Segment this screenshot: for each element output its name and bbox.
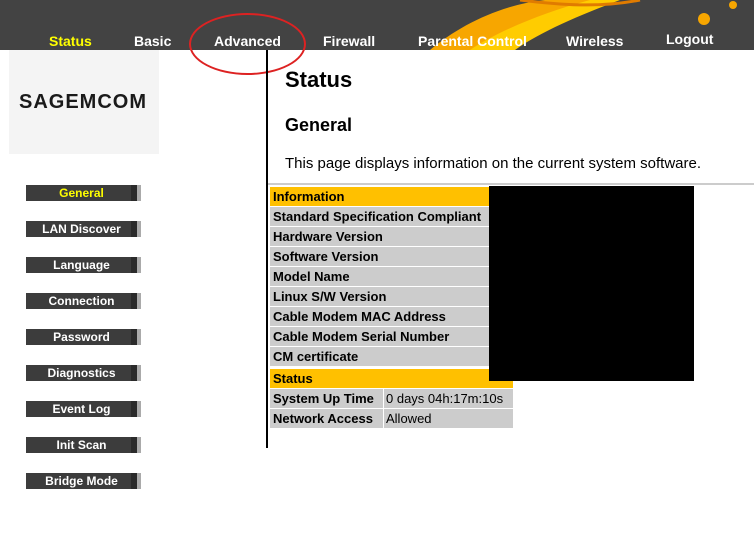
status-section-header: Status: [270, 369, 513, 388]
nav-logout[interactable]: Logout: [666, 31, 713, 47]
sidebar-item-diagnostics[interactable]: Diagnostics: [26, 365, 141, 381]
table-row: Model Name: [270, 267, 490, 286]
sidebar-item-lan-discover[interactable]: LAN Discover: [26, 221, 141, 237]
sidebar-item-event-log[interactable]: Event Log: [26, 401, 141, 417]
row-label: Cable Modem Serial Number: [270, 327, 490, 346]
table-row: Network Access Allowed: [270, 409, 513, 428]
sidebar-item-connection[interactable]: Connection: [26, 293, 141, 309]
page-title: Status: [285, 67, 353, 92]
nav-status[interactable]: Status: [49, 33, 92, 49]
sidebar-item-bridge-mode[interactable]: Bridge Mode: [26, 473, 141, 489]
sagemcom-logo: SAGEMCOM: [19, 91, 147, 113]
horizontal-divider: [268, 183, 754, 185]
highlight-circle-annotation: [189, 13, 306, 75]
row-label: Hardware Version: [270, 227, 490, 246]
sidebar-item-password[interactable]: Password: [26, 329, 141, 345]
nav-basic[interactable]: Basic: [134, 33, 171, 49]
row-label: System Up Time: [270, 389, 383, 408]
table-row: Linux S/W Version: [270, 287, 490, 306]
row-label: Software Version: [270, 247, 490, 266]
nav-wireless[interactable]: Wireless: [566, 33, 623, 49]
section-title: General: [285, 115, 353, 135]
row-value: Allowed: [384, 409, 513, 428]
nav-firewall[interactable]: Firewall: [323, 33, 375, 49]
table-row: Standard Specification Compliant: [270, 207, 490, 226]
table-row: Software Version: [270, 247, 490, 266]
information-section-header: Information: [270, 187, 513, 206]
sidebar-item-language[interactable]: Language: [26, 257, 141, 273]
table-row: Cable Modem MAC Address: [270, 307, 490, 326]
row-label: Network Access: [270, 409, 383, 428]
table-row: Cable Modem Serial Number: [270, 327, 490, 346]
table-row: System Up Time 0 days 04h:17m:10s: [270, 389, 513, 408]
row-label: Standard Specification Compliant: [270, 207, 490, 226]
row-label: Linux S/W Version: [270, 287, 490, 306]
table-row: CM certificate: [270, 347, 490, 366]
row-value: 0 days 04h:17m:10s: [384, 389, 513, 408]
row-label: Model Name: [270, 267, 490, 286]
sidebar-item-general[interactable]: General: [26, 185, 141, 201]
page-description: This page displays information on the cu…: [285, 155, 702, 172]
vertical-divider: [266, 50, 268, 448]
row-label: CM certificate: [270, 347, 490, 366]
sidebar-item-init-scan[interactable]: Init Scan: [26, 437, 141, 453]
redaction-block: [489, 186, 694, 381]
main-nav: Status Basic Advanced Firewall Parental …: [0, 0, 754, 50]
nav-parental-control[interactable]: Parental Control: [418, 33, 527, 49]
table-row: Hardware Version: [270, 227, 490, 246]
row-label: Cable Modem MAC Address: [270, 307, 490, 326]
top-navigation-bar: Status Basic Advanced Firewall Parental …: [0, 0, 754, 50]
